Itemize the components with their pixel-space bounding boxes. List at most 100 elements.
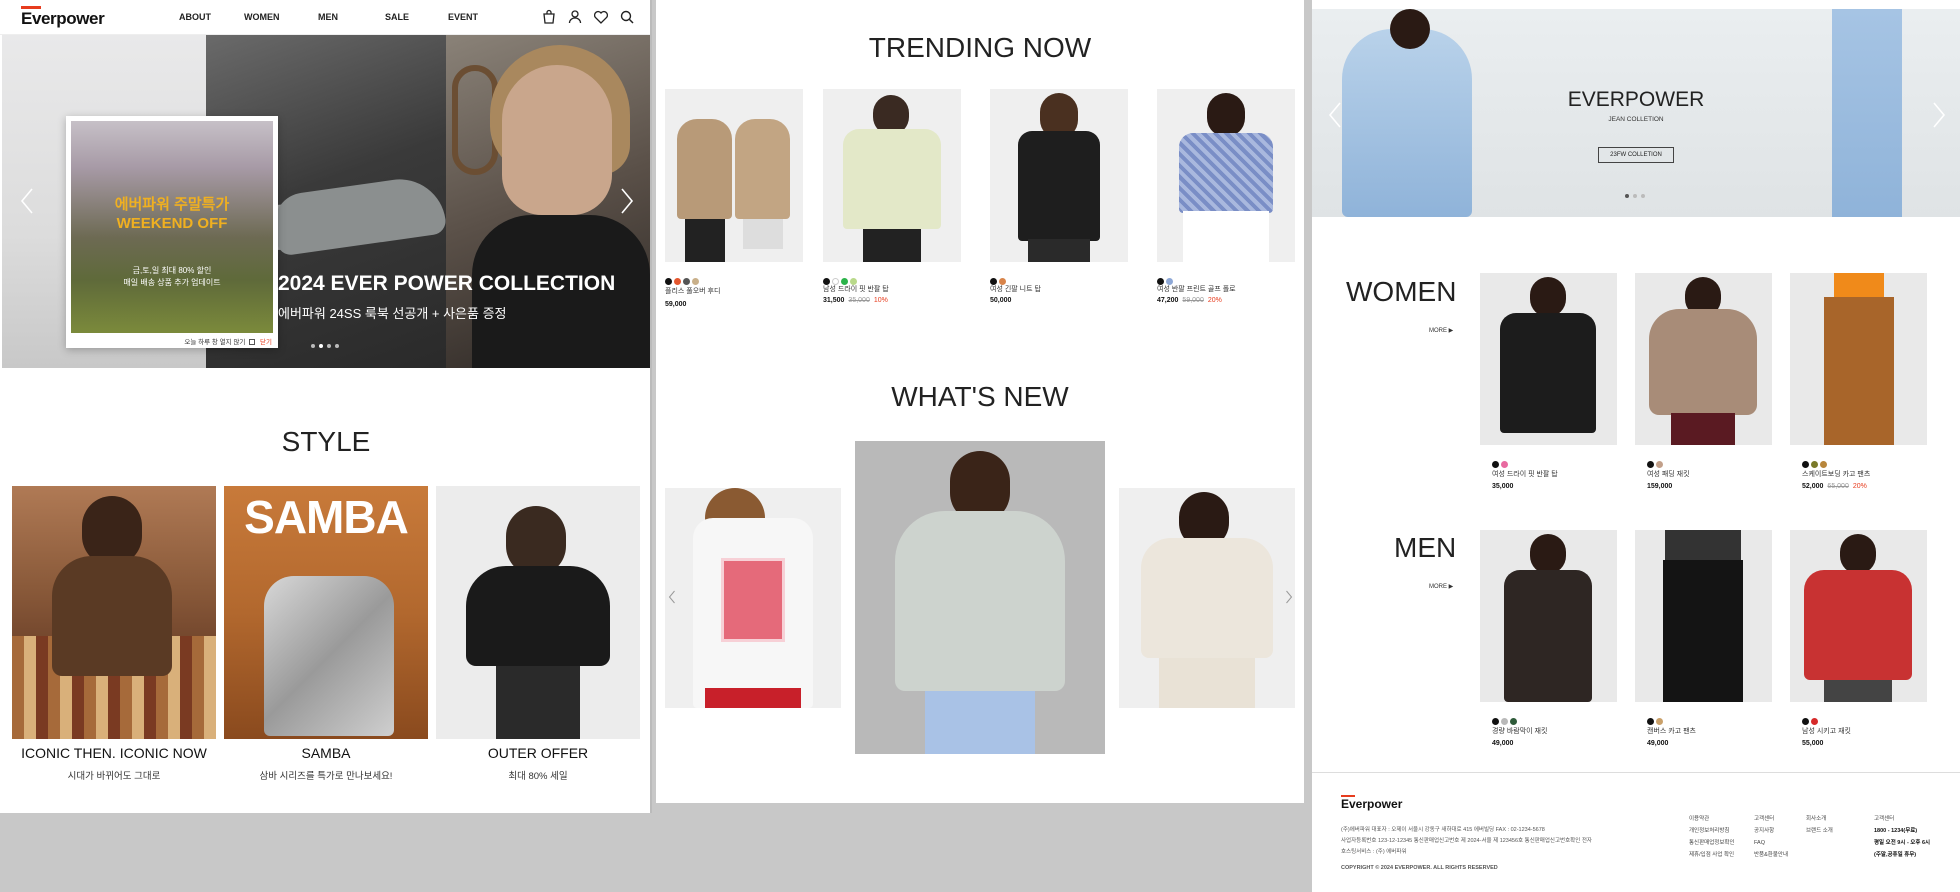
nav-women[interactable]: WOMEN	[244, 12, 280, 22]
style-card-outer[interactable]	[436, 486, 640, 739]
jean-collection-button[interactable]: 23FW COLLETION	[1598, 147, 1674, 163]
whats-new-next-arrow-icon[interactable]	[1285, 590, 1293, 604]
product-image-men-cargo[interactable]	[1635, 530, 1772, 702]
jean-prev-arrow-icon[interactable]	[1328, 101, 1342, 129]
product-name[interactable]: 여성 긴팔 니트 탑	[990, 284, 1041, 294]
color-swatch[interactable]	[1811, 718, 1818, 725]
heart-icon[interactable]	[593, 9, 609, 25]
jean-next-arrow-icon[interactable]	[1932, 101, 1946, 129]
user-icon[interactable]	[567, 9, 583, 25]
product-name[interactable]: 여성 드라이 핏 반팔 탑	[1492, 469, 1558, 479]
pagination-dot-active[interactable]	[319, 344, 323, 348]
color-swatch[interactable]	[1501, 718, 1508, 725]
footer-link[interactable]: 공지사항	[1754, 825, 1788, 837]
product-image-polo[interactable]	[1157, 89, 1295, 262]
style-caption-outer[interactable]: OUTER OFFER	[431, 745, 645, 761]
pagination-dot[interactable]	[1641, 194, 1645, 198]
search-icon[interactable]	[619, 9, 635, 25]
jean-collection-banner[interactable]: EVERPOWER JEAN COLLETION 23FW COLLETION	[1312, 9, 1960, 217]
color-swatch[interactable]	[692, 278, 699, 285]
new-item-graphic-tee[interactable]	[665, 488, 841, 708]
footer-link[interactable]: 회사소개	[1806, 813, 1833, 825]
footer-link[interactable]: 반품&환불안내	[1754, 849, 1788, 861]
style-card-iconic[interactable]	[12, 486, 216, 739]
product-name[interactable]: 플리스 풀오버 후디	[665, 286, 720, 296]
pagination-dot[interactable]	[327, 344, 331, 348]
popup-subtext: 금,토,일 최대 80% 할인	[132, 266, 212, 275]
product-price: 159,000	[1647, 483, 1673, 490]
color-swatch[interactable]	[1820, 461, 1827, 468]
new-item-half-zip[interactable]	[1119, 488, 1295, 708]
site-logo[interactable]: Everpower	[21, 6, 105, 29]
color-swatch[interactable]	[674, 278, 681, 285]
footer-link[interactable]: 이용약관	[1689, 813, 1735, 825]
nav-sale[interactable]: SALE	[385, 12, 409, 22]
pagination-dot[interactable]	[311, 344, 315, 348]
product-image-knit-top[interactable]	[990, 89, 1128, 262]
color-swatch[interactable]	[1802, 461, 1809, 468]
site-header: Everpower ABOUT WOMEN MEN SALE EVENT	[0, 0, 650, 35]
popup-close-button[interactable]: 닫기	[260, 339, 272, 346]
color-swatch[interactable]	[1492, 461, 1499, 468]
color-swatch[interactable]	[1656, 461, 1663, 468]
pagination-dot-active[interactable]	[1625, 194, 1629, 198]
color-swatch[interactable]	[1802, 718, 1809, 725]
footer-link[interactable]: FAQ	[1754, 837, 1788, 849]
product-image-hoodie[interactable]	[665, 89, 803, 262]
new-item-hoodie[interactable]	[855, 441, 1105, 754]
product-image-women-cargo[interactable]	[1790, 273, 1927, 445]
product-image-women-tee[interactable]	[1480, 273, 1617, 445]
pagination-dot[interactable]	[335, 344, 339, 348]
product-image-men-windbreaker[interactable]	[1480, 530, 1617, 702]
product-name[interactable]: 남성 시키고 재킷	[1802, 726, 1851, 736]
footer-link[interactable]: 브랜드 소개	[1806, 825, 1833, 837]
color-swatch[interactable]	[1811, 461, 1818, 468]
leather-jacket-shape	[466, 566, 610, 666]
hero-next-arrow-icon[interactable]	[620, 187, 634, 215]
nav-men[interactable]: MEN	[318, 12, 338, 22]
footer-link[interactable]: 개인정보처리방침	[1689, 825, 1735, 837]
product-name[interactable]: 스케이트보딩 카고 팬츠	[1802, 469, 1870, 479]
section-title-style: STYLE	[281, 426, 371, 457]
color-swatch[interactable]	[1510, 718, 1517, 725]
hero-prev-arrow-icon[interactable]	[20, 187, 34, 215]
checkbox-icon[interactable]	[249, 339, 256, 346]
whats-new-prev-arrow-icon[interactable]	[668, 590, 676, 604]
product-image-men-jacket[interactable]	[1790, 530, 1927, 702]
product-name[interactable]: 경량 바람막이 재킷	[1492, 726, 1547, 736]
color-swatch[interactable]	[1656, 718, 1663, 725]
product-name[interactable]: 캔버스 카고 팬츠	[1647, 726, 1696, 736]
product-image-women-padding[interactable]	[1635, 273, 1772, 445]
footer-cs-phone[interactable]: 1800 - 1234(무료)	[1874, 828, 1917, 834]
product-price: 47,200 59,000 20%	[1157, 297, 1222, 304]
popup-dismiss-today[interactable]: 오늘 하루 창 열지 않기	[184, 339, 245, 346]
product-image-tee[interactable]	[823, 89, 961, 262]
popup-image[interactable]: 에버파워 주말특가 WEEKEND OFF 금,토,일 최대 80% 할인 매일…	[71, 121, 273, 333]
women-more-link[interactable]: MORE ▶	[1429, 327, 1453, 334]
product-name[interactable]: 여성 패딩 재킷	[1647, 469, 1690, 479]
men-more-link[interactable]: MORE ▶	[1429, 583, 1453, 590]
color-swatch[interactable]	[1647, 718, 1654, 725]
style-caption-samba[interactable]: SAMBA	[219, 745, 433, 761]
product-name[interactable]: 여성 반팔 프린트 골프 폴로	[1157, 284, 1236, 294]
product-name[interactable]: 남성 드라이 핏 반팔 탑	[823, 284, 889, 294]
hero-pagination[interactable]	[311, 344, 339, 348]
nav-event[interactable]: EVENT	[448, 12, 478, 22]
color-swatch[interactable]	[1501, 461, 1508, 468]
style-caption-iconic[interactable]: ICONIC THEN. ICONIC NOW	[7, 745, 221, 761]
footer-link[interactable]: 제휴/입점 사업 확인	[1689, 849, 1735, 861]
footer-logo[interactable]: Everpower	[1341, 795, 1402, 811]
jean-pagination[interactable]	[1625, 194, 1645, 198]
style-card-samba[interactable]: SAMBA	[224, 486, 428, 739]
product-price: 55,000	[1802, 740, 1824, 747]
bag-icon[interactable]	[541, 9, 557, 25]
nav-about[interactable]: ABOUT	[179, 12, 211, 22]
color-swatch[interactable]	[683, 278, 690, 285]
pagination-dot[interactable]	[1633, 194, 1637, 198]
footer-link[interactable]: 통신판매업정보확인	[1689, 837, 1735, 849]
color-swatch[interactable]	[665, 278, 672, 285]
hero-title: 2024 EVER POWER COLLECTION	[278, 272, 616, 295]
color-swatch[interactable]	[1647, 461, 1654, 468]
footer-link[interactable]: 고객센터	[1754, 813, 1788, 825]
color-swatch[interactable]	[1492, 718, 1499, 725]
